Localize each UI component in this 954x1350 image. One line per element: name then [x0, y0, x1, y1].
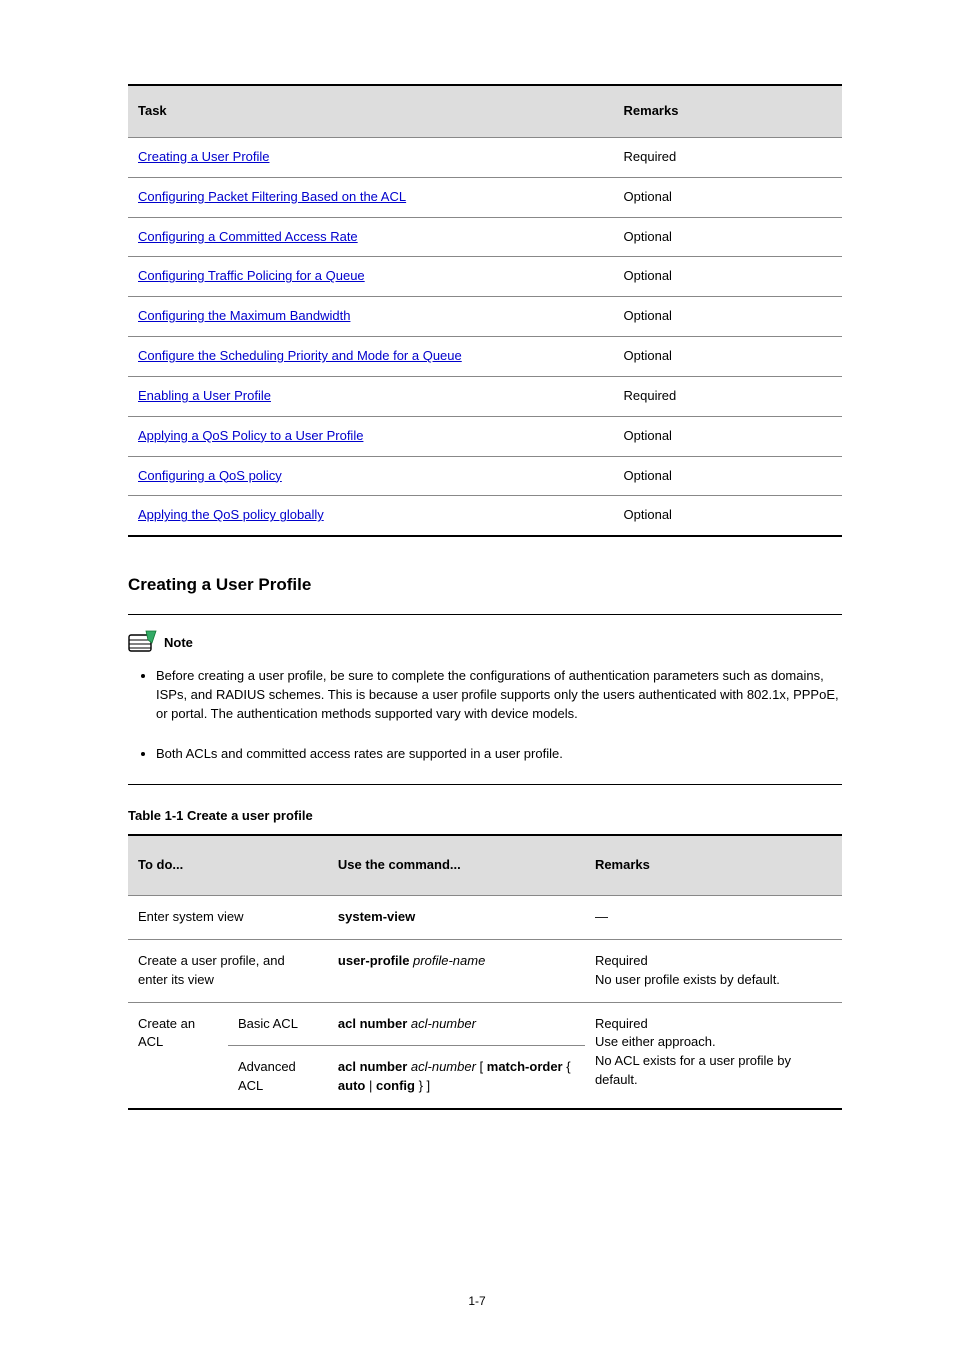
table-row: Create an ACL Basic ACL acl number acl-n… — [128, 1002, 842, 1046]
table-row: Configuring a Committed Access Rate Opti… — [128, 217, 842, 257]
task-link[interactable]: Configuring a QoS policy — [138, 468, 282, 483]
task-link[interactable]: Applying a QoS Policy to a User Profile — [138, 428, 363, 443]
task-remarks: Optional — [614, 496, 842, 536]
step-todo-group: Create an ACL — [128, 1002, 228, 1109]
task-link[interactable]: Configuring the Maximum Bandwidth — [138, 308, 350, 323]
task-link[interactable]: Applying the QoS policy globally — [138, 507, 324, 522]
task-link[interactable]: Configure the Scheduling Priority and Mo… — [138, 348, 462, 363]
task-remarks: Optional — [614, 416, 842, 456]
task-remarks: Optional — [614, 177, 842, 217]
step-sub-todo: Basic ACL — [228, 1002, 328, 1046]
note-item: Before creating a user profile, be sure … — [156, 665, 842, 726]
task-remarks: Optional — [614, 337, 842, 377]
step-remarks: Required Use either approach. No ACL exi… — [585, 1002, 842, 1109]
table-row: Configuring a QoS policy Optional — [128, 456, 842, 496]
task-remarks: Required — [614, 137, 842, 177]
table-row: Configuring Traffic Policing for a Queue… — [128, 257, 842, 297]
step-command: acl number acl-number — [328, 1002, 585, 1046]
step-command: system-view — [328, 895, 585, 939]
page-number: 1-7 — [468, 1293, 485, 1310]
tasks-table: Task Remarks Creating a User Profile Req… — [128, 84, 842, 537]
table-row: Enter system view system-view — — [128, 895, 842, 939]
note-icon — [128, 629, 158, 653]
task-remarks: Required — [614, 376, 842, 416]
note-label: Note — [164, 634, 193, 653]
tasks-header-task: Task — [128, 85, 614, 137]
task-remarks: Optional — [614, 217, 842, 257]
table-row: Configuring the Maximum Bandwidth Option… — [128, 297, 842, 337]
table-row: Creating a User Profile Required — [128, 137, 842, 177]
task-link[interactable]: Configuring Packet Filtering Based on th… — [138, 189, 406, 204]
steps-header-command: Use the command... — [328, 835, 585, 895]
step-todo: Enter system view — [128, 895, 328, 939]
task-link[interactable]: Enabling a User Profile — [138, 388, 271, 403]
table-row: Configure the Scheduling Priority and Mo… — [128, 337, 842, 377]
table-row: Configuring Packet Filtering Based on th… — [128, 177, 842, 217]
table-row: Create a user profile, and enter its vie… — [128, 939, 842, 1002]
tasks-header-remarks: Remarks — [614, 85, 842, 137]
table-row: Applying a QoS Policy to a User Profile … — [128, 416, 842, 456]
task-link[interactable]: Configuring Traffic Policing for a Queue — [138, 268, 365, 283]
table-row: Applying the QoS policy globally Optiona… — [128, 496, 842, 536]
step-remarks: Required No user profile exists by defau… — [585, 939, 842, 1002]
task-link[interactable]: Configuring a Committed Access Rate — [138, 229, 358, 244]
step-todo: Create a user profile, and enter its vie… — [128, 939, 328, 1002]
table-caption: Table 1-1 Create a user profile — [128, 807, 842, 826]
task-remarks: Optional — [614, 456, 842, 496]
step-remarks: — — [585, 895, 842, 939]
task-remarks: Optional — [614, 297, 842, 337]
steps-header-todo: To do... — [128, 835, 328, 895]
note-block: Note Before creating a user profile, be … — [128, 614, 842, 785]
steps-table: To do... Use the command... Remarks Ente… — [128, 834, 842, 1110]
note-item: Both ACLs and committed access rates are… — [156, 743, 842, 766]
section-heading: Creating a User Profile — [128, 573, 842, 598]
task-remarks: Optional — [614, 257, 842, 297]
table-row: Enabling a User Profile Required — [128, 376, 842, 416]
task-link[interactable]: Creating a User Profile — [138, 149, 270, 164]
steps-header-remarks: Remarks — [585, 835, 842, 895]
step-sub-todo: Advanced ACL — [228, 1046, 328, 1109]
step-command: acl number acl-number [ match-order { au… — [328, 1046, 585, 1109]
step-command: user-profile profile-name — [328, 939, 585, 1002]
